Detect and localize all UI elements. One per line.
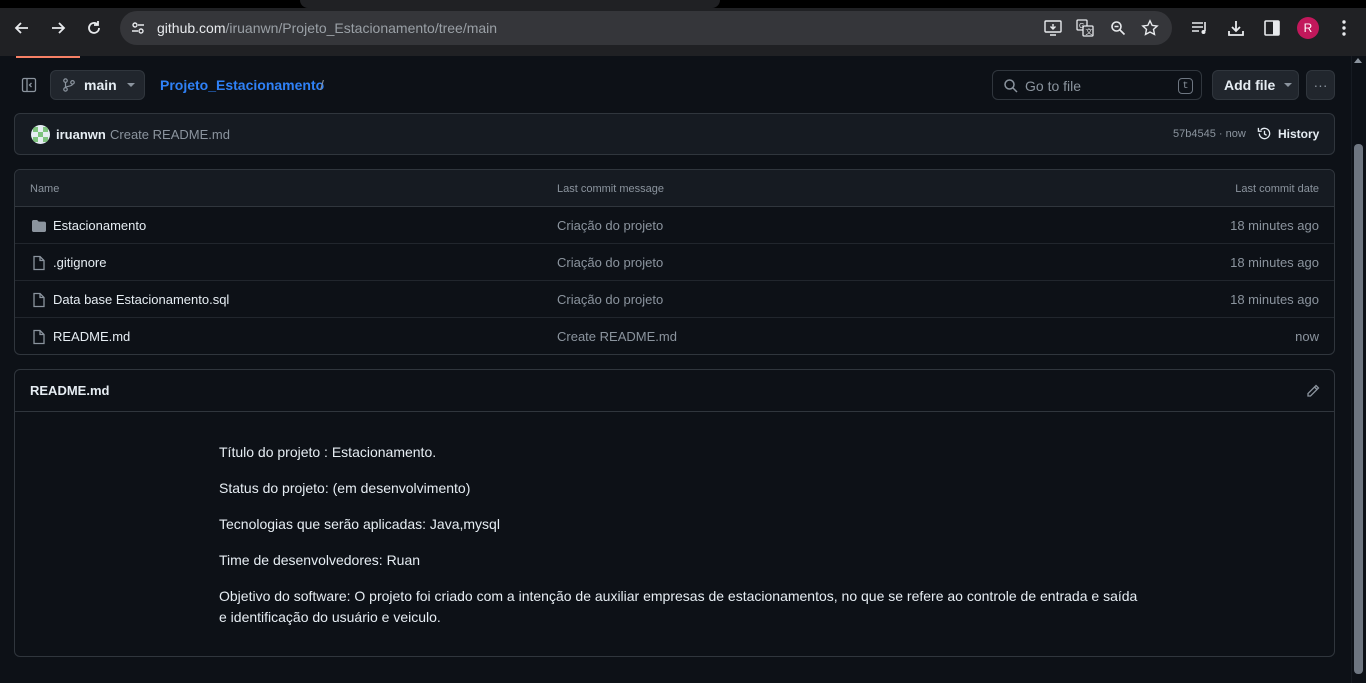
- go-to-file-field[interactable]: t: [992, 70, 1202, 100]
- media-icon[interactable]: [1188, 16, 1212, 40]
- url-text[interactable]: github.com/iruanwn/Projeto_Estacionament…: [157, 20, 497, 36]
- add-file-button[interactable]: Add file: [1212, 70, 1299, 100]
- commit-message-link[interactable]: Create README.md: [557, 329, 677, 344]
- back-icon[interactable]: [8, 14, 36, 42]
- side-panel-icon[interactable]: [1260, 16, 1284, 40]
- readme-panel: README.md Título do projeto : Estacionam…: [14, 369, 1335, 657]
- history-button[interactable]: History: [1257, 126, 1319, 141]
- translate-icon[interactable]: G文: [1075, 18, 1095, 38]
- commit-message-link[interactable]: Create README.md: [110, 127, 230, 142]
- table-row[interactable]: Estacionamento Criação do projeto 18 min…: [15, 207, 1334, 244]
- history-label: History: [1278, 126, 1320, 141]
- address-bar[interactable]: github.com/iruanwn/Projeto_Estacionament…: [120, 11, 1172, 45]
- bookmark-star-icon[interactable]: [1140, 18, 1160, 38]
- commit-date: now: [1295, 329, 1319, 344]
- url-host: github.com: [157, 20, 226, 36]
- file-icon: [33, 255, 45, 271]
- branch-selector-button[interactable]: main: [50, 70, 145, 100]
- branch-icon: [63, 78, 75, 92]
- selected-tab-underline: [16, 56, 80, 58]
- file-name-link[interactable]: .gitignore: [53, 255, 106, 270]
- pencil-icon[interactable]: [1305, 383, 1321, 399]
- commit-date: 18 minutes ago: [1230, 218, 1319, 233]
- file-name-link[interactable]: Estacionamento: [53, 218, 146, 233]
- readme-line: Título do projeto : Estacionamento.: [219, 444, 437, 460]
- svg-text:G: G: [1079, 23, 1084, 30]
- kebab-horizontal-icon: ···: [1313, 77, 1328, 93]
- readme-line: Time de desenvolvedores: Ruan: [219, 552, 421, 568]
- avatar[interactable]: [31, 125, 50, 144]
- table-row[interactable]: Data base Estacionamento.sql Criação do …: [15, 281, 1334, 318]
- column-header-message: Last commit message: [557, 183, 664, 195]
- file-tree-toggle-icon[interactable]: [17, 73, 41, 97]
- readme-header: README.md: [15, 370, 1334, 412]
- reload-icon[interactable]: [80, 14, 108, 42]
- readme-title[interactable]: README.md: [30, 383, 109, 398]
- profile-avatar[interactable]: R: [1297, 17, 1319, 39]
- folder-icon: [32, 220, 46, 232]
- table-row[interactable]: README.md Create README.md now: [15, 318, 1334, 354]
- keyboard-shortcut-hint: t: [1178, 78, 1193, 94]
- add-file-label: Add file: [1224, 77, 1276, 93]
- svg-text:文: 文: [1086, 27, 1093, 36]
- active-tab[interactable]: [300, 0, 720, 8]
- more-options-button[interactable]: ···: [1306, 70, 1335, 100]
- tab-strip: [0, 0, 1366, 8]
- download-icon[interactable]: [1224, 16, 1248, 40]
- commit-author-link[interactable]: iruanwn: [56, 127, 106, 142]
- url-path: /iruanwn/Projeto_Estacionamento/tree/mai…: [225, 20, 498, 36]
- commit-date: 18 minutes ago: [1230, 255, 1319, 270]
- search-icon: [1004, 79, 1018, 93]
- table-header: Name Last commit message Last commit dat…: [15, 170, 1334, 207]
- commit-message-link[interactable]: Criação do projeto: [557, 255, 663, 270]
- profile-initial: R: [1303, 21, 1313, 35]
- github-page: main Projeto_Estacionamento / t Add file…: [0, 56, 1366, 683]
- chevron-down-icon: [126, 83, 135, 87]
- table-row[interactable]: .gitignore Criação do projeto 18 minutes…: [15, 244, 1334, 281]
- readme-line: Objetivo do software: O projeto foi cria…: [219, 588, 1138, 625]
- install-app-icon[interactable]: [1043, 18, 1063, 38]
- go-to-file-input[interactable]: [1025, 76, 1165, 96]
- menu-kebab-icon[interactable]: [1332, 16, 1356, 40]
- file-icon: [33, 329, 45, 345]
- commit-message-link[interactable]: Criação do projeto: [557, 292, 663, 307]
- file-list-table: Name Last commit message Last commit dat…: [14, 169, 1335, 355]
- repo-name-link[interactable]: Projeto_Estacionamento: [160, 77, 324, 93]
- site-info-icon[interactable]: [128, 18, 148, 38]
- commit-sha-time[interactable]: 57b4545 · now: [1173, 128, 1246, 140]
- readme-content: Título do projeto : Estacionamento. Stat…: [219, 442, 1139, 643]
- history-icon: [1257, 127, 1271, 140]
- readme-line: Tecnologias que serão aplicadas: Java,my…: [219, 516, 500, 532]
- chevron-down-icon: [1284, 83, 1293, 87]
- browser-toolbar: github.com/iruanwn/Projeto_Estacionament…: [0, 0, 1366, 56]
- scrollbar-thumb[interactable]: [1354, 144, 1363, 674]
- column-header-date: Last commit date: [1235, 183, 1319, 195]
- breadcrumb-separator: /: [320, 77, 324, 93]
- file-name-link[interactable]: README.md: [53, 329, 130, 344]
- branch-name: main: [84, 77, 117, 93]
- file-name-link[interactable]: Data base Estacionamento.sql: [53, 292, 229, 307]
- scroll-up-arrow-icon[interactable]: [1354, 58, 1362, 63]
- file-icon: [33, 292, 45, 308]
- forward-icon[interactable]: [44, 14, 72, 42]
- commit-date: 18 minutes ago: [1230, 292, 1319, 307]
- column-header-name: Name: [30, 183, 60, 195]
- latest-commit-bar: iruanwn Create README.md 57b4545 · now H…: [14, 113, 1335, 155]
- page-scrollbar[interactable]: [1351, 56, 1366, 683]
- commit-message-link[interactable]: Criação do projeto: [557, 218, 663, 233]
- readme-line: Status do projeto: (em desenvolvimento): [219, 480, 471, 496]
- zoom-icon[interactable]: [1108, 18, 1128, 38]
